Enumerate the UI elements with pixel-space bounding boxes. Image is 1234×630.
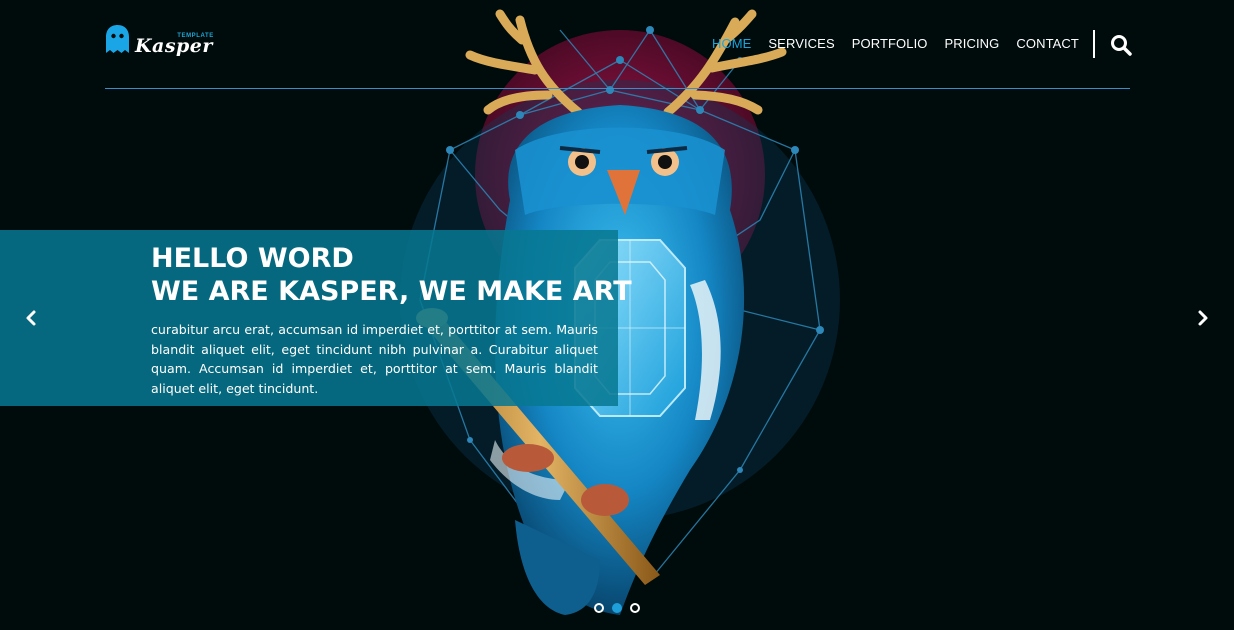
chevron-right-icon[interactable] — [1195, 309, 1211, 327]
hero-title: HELLO WORD WE ARE KASPER, WE MAKE ART — [151, 242, 632, 308]
slider-dots — [594, 603, 640, 613]
nav-link-contact[interactable]: CONTACT — [1016, 36, 1079, 51]
brand-tagline: TEMPLATE — [177, 33, 214, 39]
slide-dot-3[interactable] — [630, 603, 640, 613]
hero-title-line-2: WE ARE KASPER, WE MAKE ART — [151, 276, 632, 307]
nav-divider — [1093, 30, 1095, 58]
slide-dot-2[interactable] — [612, 603, 622, 613]
main-nav: HOME SERVICES PORTFOLIO PRICING CONTACT — [712, 36, 1079, 51]
nav-link-home[interactable]: HOME — [712, 36, 751, 51]
nav-link-pricing[interactable]: PRICING — [945, 36, 1000, 51]
header-divider — [105, 88, 1130, 89]
hero-description: curabitur arcu erat, accumsan id imperdi… — [151, 322, 598, 396]
hero-slider: TEMPLATE Kasper HOME SERVICES PORTFOLIO … — [0, 0, 1234, 630]
search-icon[interactable] — [1110, 34, 1132, 56]
hero-caption: HELLO WORD WE ARE KASPER, WE MAKE ART cu… — [0, 230, 632, 406]
ghost-icon — [106, 25, 129, 53]
site-header: TEMPLATE Kasper HOME SERVICES PORTFOLIO … — [105, 0, 1132, 90]
slide-dot-1[interactable] — [594, 603, 604, 613]
nav-link-portfolio[interactable]: PORTFOLIO — [852, 36, 928, 51]
brand: TEMPLATE Kasper — [135, 24, 213, 57]
logo[interactable]: TEMPLATE Kasper — [105, 24, 213, 57]
nav-link-services[interactable]: SERVICES — [768, 36, 834, 51]
hero-title-line-1: HELLO WORD — [151, 243, 354, 274]
chevron-left-icon[interactable] — [23, 309, 39, 327]
